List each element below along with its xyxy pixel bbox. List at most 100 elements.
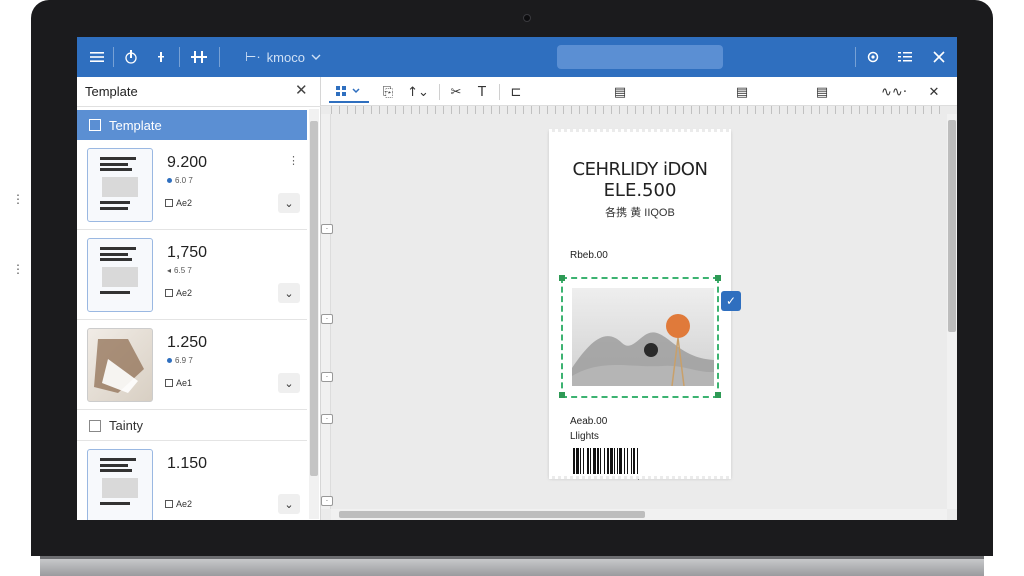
template-meta: Ae2 — [165, 288, 192, 298]
monitor-base-edge — [40, 556, 984, 559]
vertical-dots-icon: ⋮ — [12, 192, 24, 206]
panel-title: Template — [85, 84, 138, 99]
resize-icon: ⊢· — [245, 49, 261, 64]
thumb-line — [100, 291, 130, 294]
image-selection-frame[interactable] — [559, 275, 721, 398]
list-icon[interactable] — [895, 37, 915, 77]
receipt-image — [572, 288, 714, 386]
group-checkbox[interactable] — [89, 119, 101, 131]
thumb-line — [100, 502, 130, 505]
copy-icon[interactable]: ⎘ — [379, 81, 397, 103]
app-window: ⊢· kmoco Template ✕ Template 9.200 ⋮ 6.0… — [77, 37, 957, 520]
template-meta: Ae2 — [165, 198, 192, 208]
template-price: 9.200 — [167, 154, 208, 171]
group-label: Template — [109, 117, 162, 133]
add-icon[interactable] — [151, 37, 171, 77]
meta-checkbox[interactable] — [165, 289, 173, 297]
divider — [179, 47, 180, 67]
meta-checkbox[interactable] — [165, 379, 173, 387]
left-ruler: · · · · · — [321, 114, 333, 509]
resize-handle[interactable] — [559, 392, 565, 398]
status-dot — [167, 178, 172, 183]
receipt-lights: Llights — [570, 431, 599, 442]
chevron-down-icon[interactable]: ⌄ — [278, 494, 300, 514]
chevron-down-icon[interactable]: ⌄ — [278, 373, 300, 393]
receipt-title: CEHRLIDY iDON — [572, 159, 708, 180]
divider — [499, 84, 500, 100]
close-icon[interactable]: ✕ — [295, 81, 308, 99]
receipt-preview[interactable]: CEHRLIDY iDON ELE.500 各携 黄 IIQOB Rbeb.00 — [549, 129, 741, 482]
template-meta: Ae2 — [165, 499, 192, 509]
arrow-left-icon: ◂ — [167, 266, 172, 275]
menu-icon[interactable] — [87, 37, 107, 77]
panel-scrollbar-thumb[interactable] — [310, 121, 318, 476]
divider — [439, 84, 440, 100]
search-input[interactable] — [557, 45, 723, 69]
monitor-base — [40, 556, 984, 576]
group-header-template[interactable]: Template — [77, 110, 307, 140]
text-icon[interactable]: T — [473, 81, 491, 103]
template-card[interactable]: 1,750 ◂ 6.5 7 Ae2 ⌄ — [77, 230, 307, 320]
wave-icon[interactable]: ∿∿· — [877, 81, 911, 103]
document-icon[interactable]: ▤ — [611, 81, 629, 103]
receipt-price: ELE.500 — [603, 180, 677, 201]
document-icon[interactable]: ▤ — [733, 81, 751, 103]
settings-icon[interactable] — [863, 37, 883, 77]
photo-image — [94, 339, 144, 393]
resize-handle[interactable] — [715, 275, 721, 281]
confirm-check-button[interactable]: ✓ — [721, 291, 741, 311]
horizontal-scrollbar-thumb[interactable] — [339, 511, 645, 518]
template-thumbnail — [87, 148, 153, 222]
sort-icon[interactable]: ↑⌄ — [403, 81, 433, 103]
barcode-bar — [638, 448, 641, 474]
meta-checkbox[interactable] — [165, 500, 173, 508]
cut-icon[interactable]: ✂ — [447, 81, 465, 103]
touch-icon[interactable] — [121, 37, 141, 77]
layout-icon[interactable] — [329, 81, 369, 103]
thumb-line — [100, 207, 128, 210]
view-menu-label: kmoco — [266, 49, 305, 65]
view-menu[interactable]: ⊢· kmoco — [245, 37, 321, 77]
template-meta: Ae1 — [165, 378, 192, 388]
merge-icon[interactable]: ⊏ — [507, 81, 525, 103]
status-dot — [167, 358, 172, 363]
align-icon[interactable] — [187, 37, 211, 77]
thumb-line — [100, 163, 128, 166]
resize-handle[interactable] — [715, 392, 721, 398]
thumb-image — [102, 267, 138, 287]
barcode-dot: ▾ — [637, 476, 641, 482]
template-card[interactable]: 1.150 Ae2 ⌄ — [77, 441, 307, 520]
document-icon[interactable]: ▤ — [813, 81, 831, 103]
meta-checkbox[interactable] — [165, 199, 173, 207]
template-card[interactable]: 9.200 ⋮ 6.0 7 Ae2 ⌄ — [77, 140, 307, 230]
more-options-icon[interactable]: ⋮ — [288, 154, 299, 167]
template-price: 1,750 — [167, 244, 208, 261]
template-meta-value: Ae2 — [176, 198, 193, 208]
ruler-marker: · — [321, 414, 333, 424]
template-price: 1.150 — [167, 455, 208, 472]
ruler-marker: · — [321, 224, 333, 234]
stage: ⋮ ⋮ ⊢· kmoco Template ✕ Template 9.200 ⋮… — [0, 0, 1024, 576]
thumb-line — [100, 464, 128, 467]
chevron-down-icon[interactable]: ⌄ — [278, 193, 300, 213]
ruler-marker: · — [321, 496, 333, 506]
template-meta-value: Ae1 — [176, 378, 193, 388]
template-card[interactable]: 1.250 6.9 7 Ae1 ⌄ — [77, 320, 307, 410]
chevron-down-icon[interactable]: ⌄ — [278, 283, 300, 303]
divider — [855, 47, 856, 67]
receipt-rate: Rbeb.00 — [570, 250, 608, 261]
thumb-line — [100, 469, 132, 472]
canvas-area[interactable]: · · · · · CEHRLIDY iDON ELE.500 各携 黄 IIQ… — [321, 106, 957, 520]
thumb-line — [100, 458, 136, 461]
close-icon[interactable]: ✕ — [925, 81, 943, 103]
ruler-marker: · — [321, 372, 333, 382]
group-checkbox[interactable] — [89, 419, 101, 432]
divider — [113, 47, 114, 67]
thumb-line — [100, 157, 136, 160]
resize-handle[interactable] — [559, 275, 565, 281]
template-price: 1.250 — [167, 334, 208, 351]
ruler-marker: · — [321, 314, 333, 324]
vertical-scrollbar-thumb[interactable] — [948, 120, 956, 332]
close-icon[interactable] — [929, 37, 949, 77]
group-header-tainty[interactable]: Tainty — [77, 411, 307, 441]
